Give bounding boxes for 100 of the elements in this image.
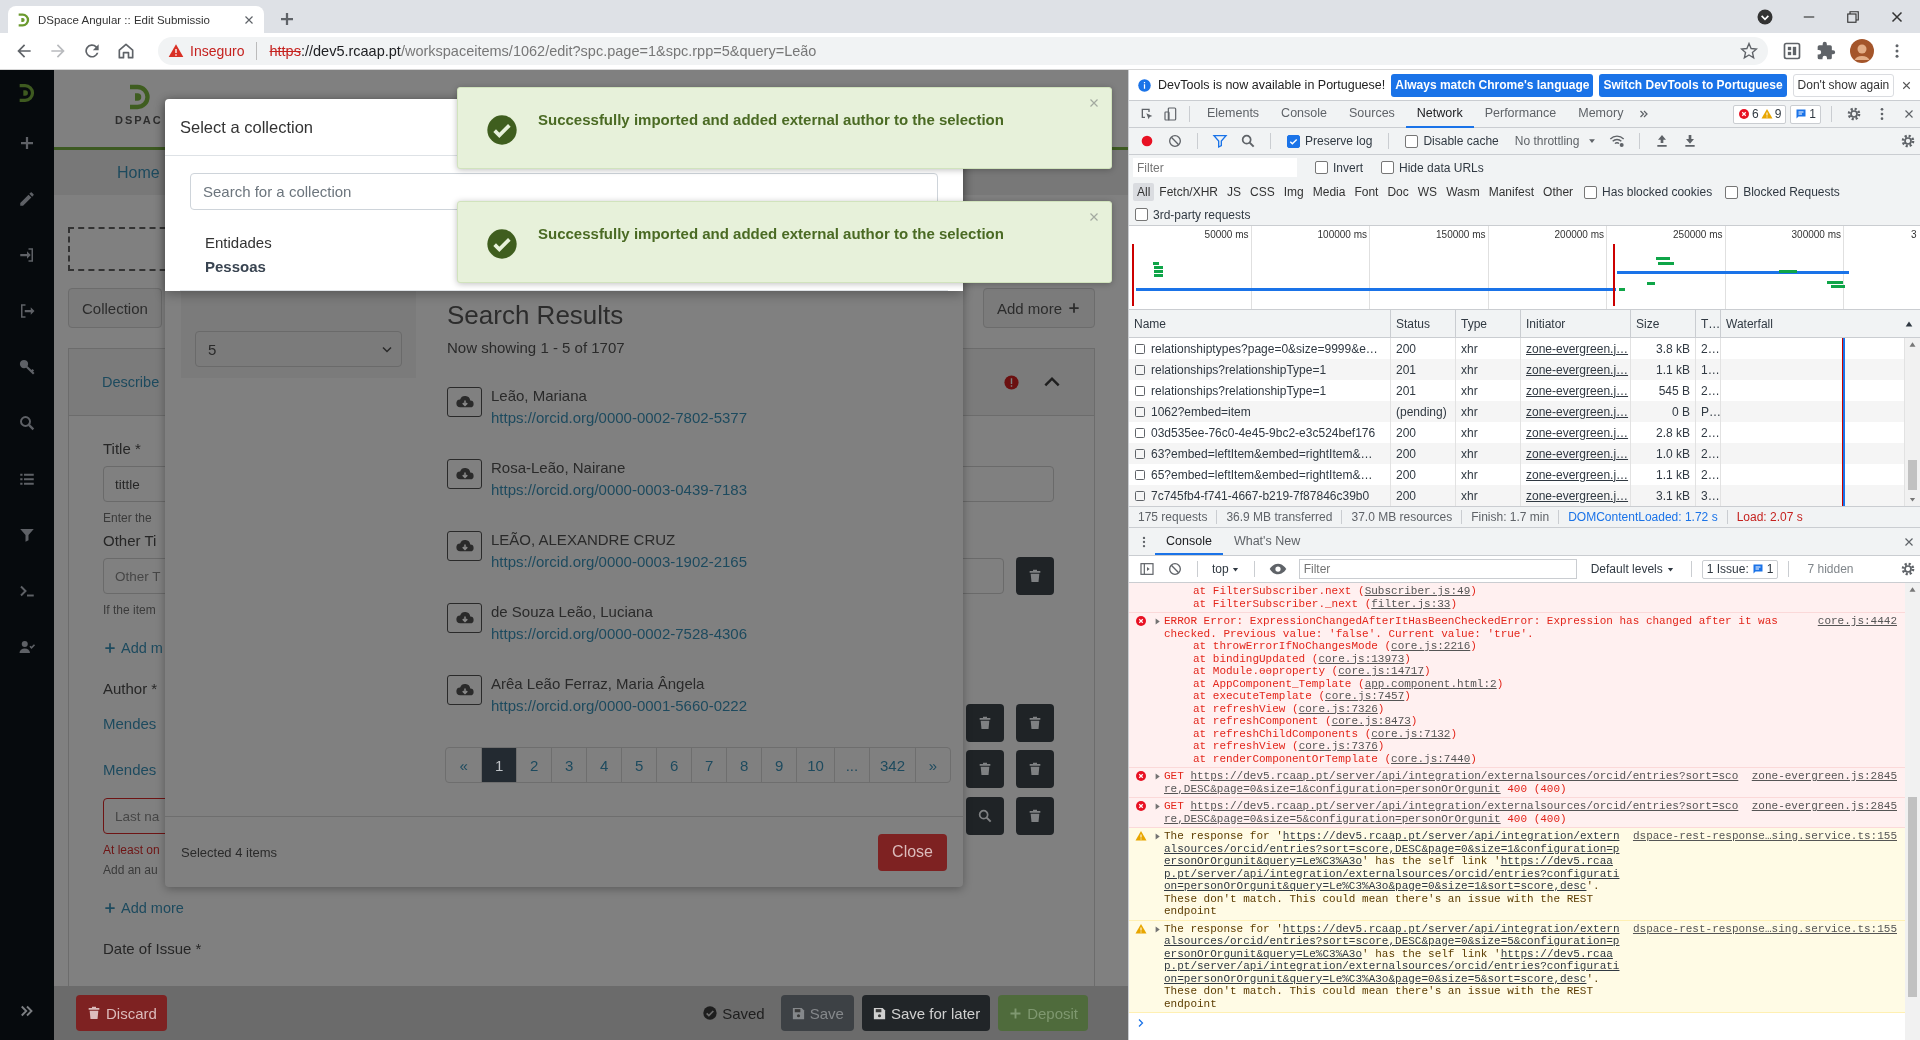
type-filter[interactable]: Doc [1383, 183, 1413, 201]
type-filter[interactable]: WS [1413, 183, 1442, 201]
source-link[interactable]: core.js:14717 [1338, 665, 1425, 677]
source-link[interactable]: core.js:2216 [1391, 640, 1471, 652]
source-link[interactable]: core.js:7326 [1298, 702, 1378, 715]
type-filter[interactable]: Img [1279, 183, 1308, 201]
info-message: DevTools is now available in Portuguese! [1158, 78, 1386, 92]
save-button[interactable]: Save for later [861, 995, 991, 1031]
field-label: Author * [103, 679, 158, 697]
initiator-link[interactable]: zone-evergreen.j… [1526, 383, 1629, 398]
column-header[interactable]: Status [1396, 316, 1431, 331]
type-filter[interactable]: Other [1539, 183, 1578, 201]
page-link[interactable]: 1 [481, 748, 517, 782]
infobar-button[interactable]: Don't show again [1792, 73, 1895, 97]
request-name[interactable]: 03d535ee-76c0-4e45-9bc2-e3c524bef176 [1151, 425, 1376, 440]
size-cell: 545 B [1658, 383, 1690, 398]
type-filter[interactable]: Font [1350, 183, 1383, 201]
source-link[interactable]: core.js:7132 [1371, 727, 1451, 740]
results-count: Now showing 1 - 5 of 1707 [447, 339, 626, 356]
help-text: Enter the [103, 511, 152, 525]
source-link[interactable]: app.component.html:2 [1364, 677, 1497, 690]
stack-trace-line: at AppComponent_Template (app.component.html:2) [1192, 677, 1505, 690]
size-cell: 1.0 kB [1655, 446, 1690, 461]
initiator-link[interactable]: zone-evergreen.j… [1526, 488, 1629, 503]
column-header[interactable]: Waterfall [1726, 316, 1773, 331]
source-link[interactable]: core.js:7376 [1298, 740, 1378, 752]
field-label: Date of Issue * [103, 939, 202, 957]
source-link[interactable]: filter.js:33 [1371, 597, 1451, 610]
type-filter[interactable]: Fetch/XHR [1155, 183, 1223, 201]
address-bar[interactable]: Inseguro https://dev5.rcaap.pt/workspaceitems/1062/edit?spc.page=1&spc.rpp=5&query=Leão [158, 37, 1768, 65]
initiator-link[interactable]: zone-evergreen.j… [1526, 467, 1629, 482]
status-cell: 200 [1396, 488, 1417, 503]
column-header[interactable]: Type [1461, 316, 1487, 331]
source-link[interactable]: core.js:4442 [1817, 615, 1897, 640]
type-filter[interactable]: Media [1308, 183, 1350, 201]
source-link[interactable]: core.js:8473 [1331, 715, 1411, 727]
browser-tab[interactable]: DSpace Angular :: Edit Submissio [8, 6, 264, 33]
request-name[interactable]: relationships?relationshipType=1 [1151, 362, 1327, 377]
security-label[interactable]: Inseguro [190, 43, 245, 59]
infobar-button[interactable]: Always match Chrome's language [1391, 73, 1594, 97]
panel-tab[interactable]: Elements [1196, 100, 1271, 128]
context-select[interactable]: top [1212, 562, 1240, 576]
request-name[interactable]: 1062?embed=item [1151, 404, 1251, 419]
summary-stat[interactable]: Load: 2.07 s [1727, 510, 1812, 524]
source-link[interactable]: dspace-rest-response…sing.service.ts:155 [1632, 922, 1897, 1010]
status-cell: 200 [1396, 446, 1417, 461]
initiator-link[interactable]: zone-evergreen.j… [1526, 446, 1629, 461]
panel-tab[interactable]: Performance [1473, 100, 1568, 128]
column-header[interactable]: Size [1636, 316, 1660, 331]
type-filter[interactable]: All [1133, 183, 1155, 201]
source-link[interactable]: core.js:13973 [1318, 652, 1405, 665]
issue-counter[interactable]: 6 9 [1732, 104, 1787, 124]
collection-item[interactable]: Pessoas [205, 257, 266, 276]
request-name[interactable]: relationshiptypes?page=0&size=9999&e… [1151, 341, 1378, 356]
stack-trace-line: at renderComponentOrTemplate (core.js:7440) [1192, 752, 1478, 765]
message-text: GET https://dev5.rcaap.pt/server/api/integration/externalsources/orcid/entries?sort=score,DESC&page=0&size=5&configuration=personOrOrgunit 400 (400) [1164, 800, 1740, 825]
filter-field[interactable]: Filter [1298, 559, 1577, 579]
levels-select[interactable]: Default levels [1590, 562, 1675, 576]
source-link[interactable]: dspace-rest-response…sing.service.ts:155 [1632, 830, 1897, 918]
source-link[interactable]: core.js:7457 [1325, 690, 1405, 702]
request-name[interactable]: 7c745fb4-f741-4667-b219-7f87846c39b0 [1151, 488, 1370, 503]
stack-trace-line: at refreshComponent (core.js:8473) [1192, 715, 1419, 728]
type-filter[interactable]: Wasm [1442, 183, 1484, 201]
filter-field[interactable]: Filter [1133, 158, 1297, 177]
field-label: Other Ti [103, 531, 157, 549]
column-header[interactable]: Initiator [1526, 316, 1566, 331]
drawer-tab[interactable]: Console [1155, 528, 1223, 555]
throttling-select[interactable]: No throttling [1514, 134, 1580, 148]
type-filter[interactable]: Manifest [1484, 183, 1539, 201]
request-name[interactable]: relationships?relationshipType=1 [1151, 383, 1327, 398]
source-link[interactable]: Subscriber.js:49 [1364, 585, 1471, 597]
message-counter[interactable]: 1 [1790, 104, 1821, 124]
time-cell: 2… [1701, 341, 1720, 356]
source-link[interactable]: zone-evergreen.js:2845 [1751, 800, 1897, 825]
help-text: If the item [103, 603, 156, 617]
type-cell: xhr [1461, 488, 1478, 503]
infobar-button[interactable]: Switch DevTools to Portuguese [1599, 73, 1787, 97]
panel-tab[interactable]: Console [1270, 100, 1338, 128]
type-filter[interactable]: CSS [1246, 183, 1279, 201]
source-link[interactable]: zone-evergreen.js:2845 [1751, 770, 1897, 795]
drawer-tab[interactable]: What's New [1222, 528, 1312, 555]
column-header[interactable]: T… [1701, 316, 1721, 331]
type-filter[interactable]: JS [1223, 183, 1246, 201]
close-button[interactable]: Close [878, 833, 947, 871]
initiator-link[interactable]: zone-evergreen.j… [1526, 341, 1629, 356]
request-name[interactable]: 65?embed=leftItem&embed=rightItem&… [1151, 467, 1373, 482]
column-header[interactable]: Name [1134, 316, 1166, 331]
community-name: Entidades [205, 233, 272, 252]
initiator-link[interactable]: zone-evergreen.j… [1526, 425, 1629, 440]
panel-tab[interactable]: Memory [1567, 100, 1635, 128]
discard-button[interactable]: Discard [76, 995, 167, 1031]
author-name: de Souza Leão, Luciana [491, 602, 654, 622]
request-name[interactable]: 63?embed=leftItem&embed=rightItem&… [1151, 446, 1373, 461]
initiator-link[interactable]: zone-evergreen.j… [1526, 404, 1629, 419]
source-link[interactable]: core.js:7440 [1391, 752, 1471, 765]
issues-button[interactable]: 1 Issue: 1 [1701, 559, 1779, 579]
summary-stat[interactable]: DOMContentLoaded: 1.72 s [1559, 510, 1728, 524]
panel-tab[interactable]: Sources [1338, 100, 1406, 128]
initiator-link[interactable]: zone-evergreen.j… [1526, 362, 1629, 377]
summary-stat: 36.9 MB transferred [1217, 510, 1343, 524]
